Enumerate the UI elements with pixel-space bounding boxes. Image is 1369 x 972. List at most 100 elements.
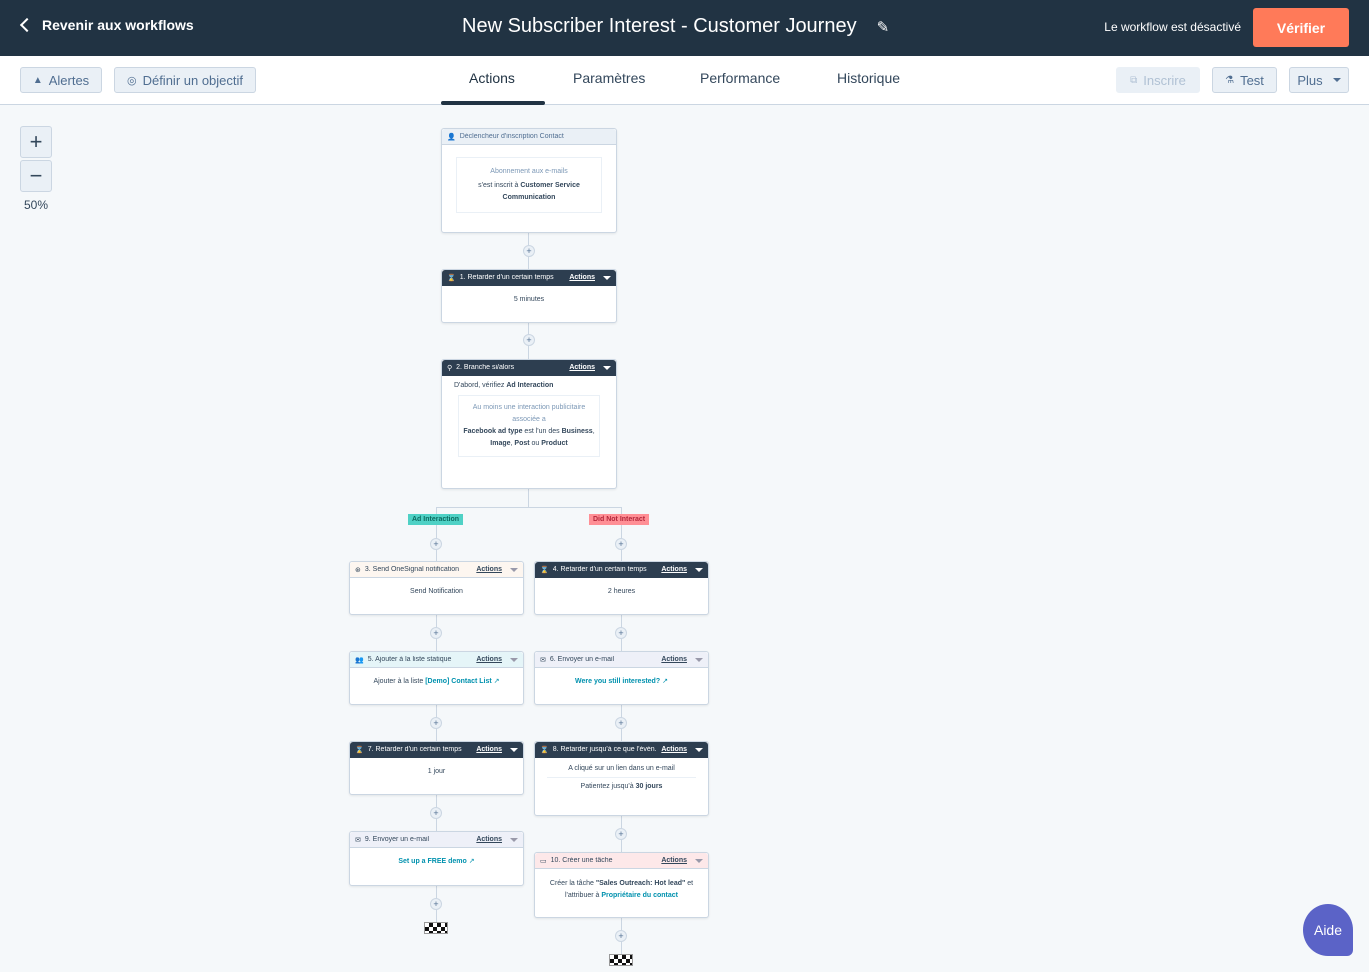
node-actions-dropdown[interactable]: Actions [661, 746, 687, 753]
add-action-button[interactable]: + [615, 828, 627, 840]
test-label: Test [1240, 72, 1264, 88]
external-link-icon[interactable]: ↗ [494, 678, 500, 685]
node-actions-dropdown[interactable]: Actions [661, 566, 687, 573]
node-actions-dropdown[interactable]: Actions [476, 836, 502, 843]
action-node-6[interactable]: ✉ 6. Envoyer un e-mail Actions Were you … [534, 651, 709, 705]
action-node-10[interactable]: ▭ 10. Créer une tâche Actions Créer la t… [534, 852, 709, 918]
node-title: 3. Send OneSignal notification [364, 566, 460, 573]
node-actions-dropdown[interactable]: Actions [569, 364, 595, 371]
action-node-1[interactable]: ⌛ 1. Retarder d'un certain temps Actions… [441, 269, 617, 323]
node-actions-dropdown[interactable]: Actions [569, 274, 595, 281]
enroll-icon: ⧉ [1130, 74, 1138, 86]
action-node-3[interactable]: ⊛ 3. Send OneSignal notification Actions… [349, 561, 524, 615]
node-header: ⊛ 3. Send OneSignal notification Actions [350, 562, 523, 578]
node-header: ⌛ 8. Retarder jusqu'à ce que l'évén... A… [535, 742, 708, 758]
list-link[interactable]: [Demo] Contact List [425, 678, 492, 685]
node-header: ⌛ 4. Retarder d'un certain temps Actions [535, 562, 708, 578]
branch-icon: ⚲ [447, 364, 453, 372]
action-node-9[interactable]: ✉ 9. Envoyer un e-mail Actions Set up a … [349, 831, 524, 886]
add-action-button[interactable]: + [430, 627, 442, 639]
caret-down-icon [695, 747, 703, 752]
caret-down-icon [510, 657, 518, 662]
verify-button[interactable]: Vérifier [1253, 8, 1349, 47]
node-actions-dropdown[interactable]: Actions [661, 857, 687, 864]
caret-down-icon [510, 567, 518, 572]
branch-label-ad-interaction: Ad Interaction [408, 514, 464, 525]
set-goal-button[interactable]: ◎ Définir un objectif [114, 67, 256, 93]
zoom-out-button[interactable]: − [20, 160, 52, 192]
hourglass-icon: ⌛ [540, 566, 549, 574]
add-action-button[interactable]: + [615, 930, 627, 942]
tab-parametres[interactable]: Paramètres [573, 70, 645, 86]
add-action-button[interactable]: + [430, 898, 442, 910]
node-actions-dropdown[interactable]: Actions [476, 656, 502, 663]
node-body: 1 jour [427, 768, 446, 775]
trigger-line-1: Abonnement aux e-mails [490, 168, 568, 175]
caret-down-icon [510, 837, 518, 842]
test-button[interactable]: ⚗ Test [1212, 67, 1277, 93]
add-action-button[interactable]: + [430, 807, 442, 819]
email-link[interactable]: Set up a FREE demo [398, 858, 466, 865]
node-body: Créer la tâche "Sales Outreach: Hot lead… [535, 869, 708, 910]
tab-actions[interactable]: Actions [469, 70, 515, 86]
criteria-line-1: Au moins une interaction publicitaire as… [472, 404, 586, 423]
pencil-icon[interactable]: ✎ [877, 18, 890, 36]
node-title: 7. Retarder d'un certain temps [367, 746, 462, 753]
node-header: ⌛ 1. Retarder d'un certain temps Actions [442, 270, 616, 286]
caret-down-icon [603, 365, 611, 370]
back-to-workflows-link[interactable]: Revenir aux workflows [19, 17, 194, 33]
node-body: Were you still interested? ↗ [535, 668, 708, 696]
help-button[interactable]: Aide [1303, 904, 1353, 956]
add-action-button[interactable]: + [615, 627, 627, 639]
node-body: Set up a FREE demo ↗ [350, 848, 523, 876]
node-actions-dropdown[interactable]: Actions [476, 566, 502, 573]
node-title: 6. Envoyer un e-mail [549, 656, 615, 663]
add-action-button[interactable]: + [615, 538, 627, 550]
owner-link[interactable]: Propriétaire du contact [601, 892, 678, 899]
add-action-button[interactable]: + [430, 717, 442, 729]
node-body: Send Notification [410, 588, 463, 595]
caret-down-icon [1332, 78, 1341, 82]
add-action-button[interactable]: + [430, 538, 442, 550]
end-flag-icon [609, 954, 633, 966]
action-node-4[interactable]: ⌛ 4. Retarder d'un certain temps Actions… [534, 561, 709, 615]
action-node-2[interactable]: ⚲ 2. Branche si/alors Actions D'abord, v… [441, 359, 617, 489]
action-node-5[interactable]: 👥 5. Ajouter à la liste statique Actions… [349, 651, 524, 705]
email-link[interactable]: Were you still interested? [575, 678, 660, 685]
onesignal-icon: ⊛ [355, 566, 361, 574]
tab-performance[interactable]: Performance [700, 70, 780, 86]
hourglass-icon: ⌛ [447, 274, 456, 282]
caret-down-icon [695, 567, 703, 572]
delay-limit: Patientez jusqu'à 30 jours [580, 783, 663, 790]
sub-toolbar: ▲ Alertes ◎ Définir un objectif Actions … [0, 56, 1369, 105]
chevron-left-icon [19, 17, 35, 33]
node-actions-dropdown[interactable]: Actions [476, 746, 502, 753]
caret-down-icon [603, 275, 611, 280]
add-action-button[interactable]: + [523, 245, 535, 257]
more-dropdown[interactable]: Plus [1289, 67, 1349, 93]
zoom-in-button[interactable]: + [20, 126, 52, 158]
hourglass-icon: ⌛ [355, 746, 364, 754]
hourglass-icon: ⌛ [540, 746, 549, 754]
more-label: Plus [1297, 72, 1323, 88]
enroll-button[interactable]: ⧉ Inscrire [1116, 67, 1200, 93]
task-line-1: Créer la tâche "Sales Outreach: Hot lead… [549, 880, 694, 887]
workflow-title: New Subscriber Interest - Customer Journ… [462, 15, 889, 38]
branch-label-did-not-interact: Did Not Interact [589, 514, 650, 525]
action-node-8[interactable]: ⌛ 8. Retarder jusqu'à ce que l'évén... A… [534, 741, 709, 816]
node-header: ✉ 9. Envoyer un e-mail Actions [350, 832, 523, 848]
add-action-button[interactable]: + [523, 334, 535, 346]
tab-historique[interactable]: Historique [837, 70, 900, 86]
add-action-button[interactable]: + [615, 717, 627, 729]
users-icon: 👥 [355, 656, 364, 664]
action-node-7[interactable]: ⌛ 7. Retarder d'un certain temps Actions… [349, 741, 524, 795]
enrollment-trigger-node[interactable]: 👤 Déclencheur d'inscription Contact Abon… [441, 128, 617, 233]
external-link-icon[interactable]: ↗ [469, 858, 475, 865]
caret-down-icon [510, 747, 518, 752]
node-actions-dropdown[interactable]: Actions [661, 656, 687, 663]
alerts-button[interactable]: ▲ Alertes [20, 67, 102, 93]
node-body: 5 minutes [513, 296, 545, 303]
node-title: 2. Branche si/alors [456, 364, 515, 371]
node-header: ⌛ 7. Retarder d'un certain temps Actions [350, 742, 523, 758]
external-link-icon[interactable]: ↗ [662, 678, 668, 685]
